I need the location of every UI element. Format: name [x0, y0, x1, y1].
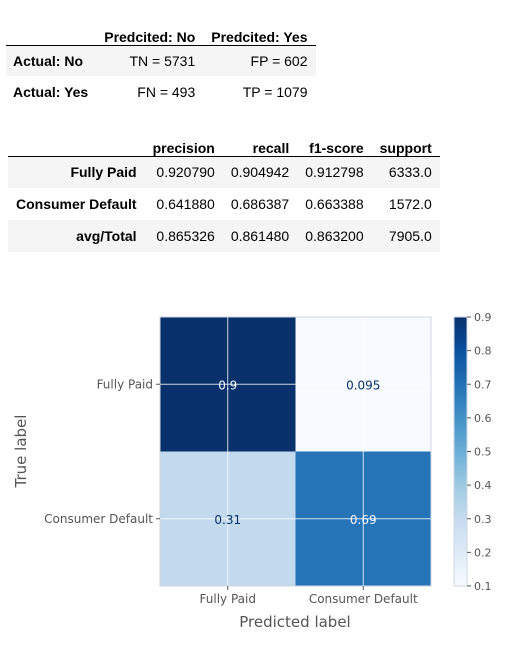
- table-row: Actual: Yes FN = 493 TP = 1079: [6, 76, 316, 107]
- cell-value-label: 0.9: [218, 378, 237, 392]
- y-axis-ticks: Fully Paid Consumer Default: [44, 377, 160, 526]
- header-recall: recall: [222, 128, 298, 157]
- colorbar-tick-label: 0.7: [474, 378, 492, 391]
- table-cell: FN = 493: [137, 83, 196, 100]
- table-cell: 0.663388: [305, 196, 364, 212]
- report-table-corner: [8, 128, 145, 157]
- colorbar-tick-label: 0.8: [474, 345, 492, 358]
- header-precision: precision: [144, 128, 223, 157]
- table-row: Consumer Default 0.641880 0.686387 0.663…: [8, 188, 440, 220]
- table-cell: 0.641880: [156, 196, 215, 212]
- x-tick-label: Consumer Default: [309, 592, 418, 606]
- table-cell: TP = 1079: [242, 83, 308, 100]
- colorbar: [454, 317, 467, 586]
- row-label: Actual: No: [13, 52, 83, 69]
- table-row: Actual: No TN = 5731 FP = 602: [6, 45, 316, 76]
- table-row: avg/Total 0.865326 0.861480 0.863200 790…: [8, 220, 440, 252]
- colorbar-tick-label: 0.6: [474, 412, 492, 425]
- colorbar-ticks: 0.1 0.2 0.3 0.4 0.5 0.6 0.7 0.8 0.9: [467, 311, 492, 593]
- colorbar-tick-label: 0.3: [474, 513, 492, 526]
- classification-report-table: precision recall f1-score support Fully …: [8, 128, 440, 252]
- confusion-table-header-no: Predcited: No: [96, 20, 204, 46]
- colorbar-tick-label: 0.5: [474, 446, 492, 459]
- colorbar-tick-label: 0.1: [474, 580, 492, 593]
- table-cell: 6333.0: [388, 164, 432, 181]
- cell-value-label: 0.31: [214, 513, 241, 527]
- table-row: Fully Paid 0.920790 0.904942 0.912798 63…: [8, 156, 440, 188]
- table-cell: 0.865326: [156, 228, 215, 244]
- row-label: Actual: Yes: [13, 83, 89, 100]
- colorbar-tick-label: 0.2: [474, 546, 492, 559]
- table-cell: 0.912798: [305, 164, 364, 181]
- table-cell: 7905.0: [388, 228, 432, 244]
- colorbar-tick-label: 0.4: [474, 479, 492, 492]
- row-label: Fully Paid: [70, 164, 137, 181]
- table-cell: 0.686387: [230, 196, 290, 212]
- header-f1-score: f1-score: [297, 128, 372, 157]
- table-cell: 0.920790: [156, 164, 215, 181]
- heatmap-cells: [160, 317, 432, 587]
- confusion-table-header-row: Predcited: No Predcited: Yes: [6, 20, 316, 46]
- report-table-header-row: precision recall f1-score support: [8, 128, 440, 157]
- y-tick-label: Fully Paid: [97, 377, 153, 391]
- row-label: avg/Total: [76, 228, 137, 244]
- table-cell: 0.861480: [230, 228, 290, 244]
- table-cell: 0.863200: [305, 228, 364, 244]
- cell-value-label: 0.095: [346, 378, 380, 392]
- cell-value-label: 0.69: [350, 513, 377, 527]
- confusion-table-header-yes: Predcited: Yes: [203, 20, 316, 46]
- colorbar-tick-label: 0.9: [474, 311, 492, 324]
- table-cell: 0.904942: [230, 164, 290, 181]
- x-axis-ticks: Fully Paid Consumer Default: [200, 586, 418, 606]
- y-axis-label: True label: [12, 415, 30, 489]
- y-tick-label: Consumer Default: [44, 512, 153, 526]
- confusion-counts-table: Predcited: No Predcited: Yes Actual: No …: [6, 20, 316, 107]
- x-axis-label: Predicted label: [239, 613, 350, 631]
- table-cell: 1572.0: [388, 196, 432, 212]
- x-tick-label: Fully Paid: [200, 592, 256, 606]
- confusion-table-corner: [6, 20, 97, 46]
- header-support: support: [371, 128, 440, 157]
- table-cell: FP = 602: [250, 52, 308, 69]
- confusion-matrix-heatmap: 0.9 0.095 0.31 0.69 Fully Paid Consumer Defa…: [12, 311, 492, 631]
- row-label: Consumer Default: [16, 196, 137, 212]
- table-cell: TN = 5731: [129, 52, 196, 69]
